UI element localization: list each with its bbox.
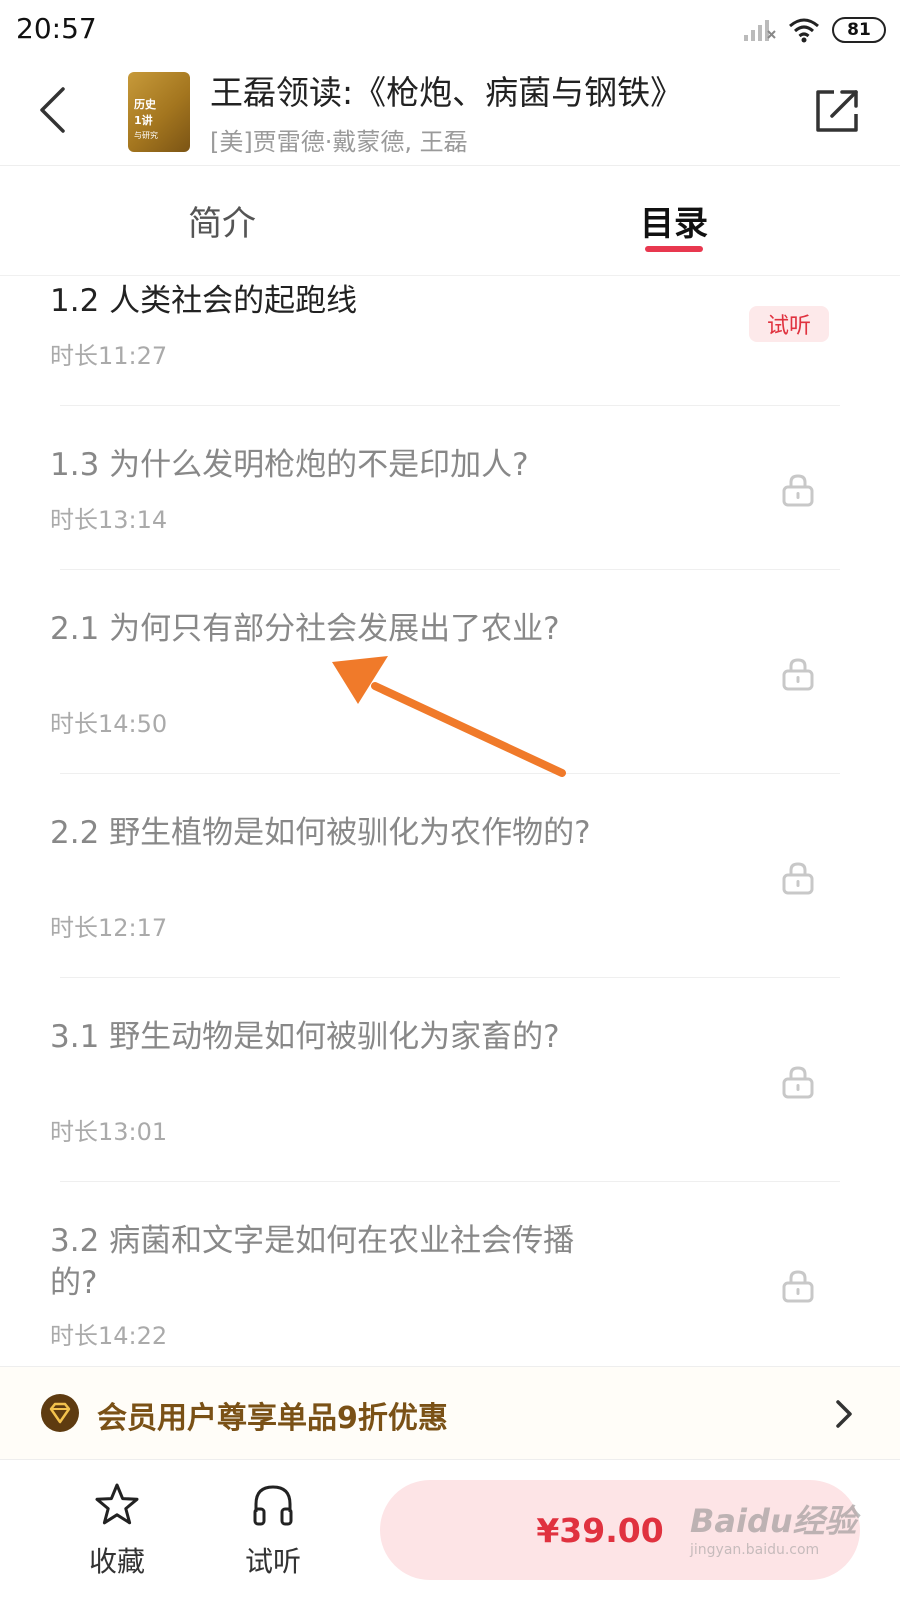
chevron-right-icon xyxy=(836,1400,852,1428)
member-banner-text: 会员用户尊享单品9折优惠 xyxy=(97,1401,448,1436)
share-button[interactable] xyxy=(812,86,862,136)
list-item[interactable]: 1.3 为什么发明枪炮的不是印加人? 时长13:14 xyxy=(0,406,900,570)
lock-icon xyxy=(782,1270,814,1303)
bottom-bar: 收藏 试听 ¥39.00 Baidu经验 jingyan.baidu.com xyxy=(0,1460,900,1600)
listen-button[interactable]: 试听 xyxy=(228,1482,318,1582)
price-label: ¥39.00 xyxy=(536,1510,664,1550)
watermark: Baidu经验 jingyan.baidu.com xyxy=(690,1492,860,1572)
watermark-text: Baidu经验 xyxy=(690,1502,857,1540)
watermark-sub: jingyan.baidu.com xyxy=(690,1542,820,1558)
headphones-icon xyxy=(253,1485,293,1526)
share-icon xyxy=(816,90,858,132)
member-diamond-icon xyxy=(41,1394,79,1432)
favorite-label: 收藏 xyxy=(88,1545,145,1578)
book-cover[interactable]: 历史 1讲 与研究 xyxy=(128,72,190,152)
chevron-left-icon xyxy=(40,87,65,133)
lock-icon xyxy=(782,658,814,691)
item-duration: 时长11:27 xyxy=(50,342,168,370)
lock-icon xyxy=(782,474,814,507)
item-title: 1.2 人类社会的起跑线 xyxy=(50,283,358,319)
list-item[interactable]: 2.1 为何只有部分社会发展出了农业? 时长14:50 xyxy=(0,570,900,774)
battery-indicator: 81 xyxy=(832,17,886,43)
status-time: 20:57 xyxy=(16,12,97,45)
item-title: 1.3 为什么发明枪炮的不是印加人? xyxy=(50,447,529,483)
item-duration: 时长14:22 xyxy=(50,1322,168,1350)
trial-badge[interactable]: 试听 xyxy=(749,306,829,342)
item-title: 2.1 为何只有部分社会发展出了农业? xyxy=(50,611,560,647)
status-icons: 81 xyxy=(742,14,886,46)
item-title: 2.2 野生植物是如何被驯化为农作物的? xyxy=(50,815,591,851)
tab-active-indicator xyxy=(645,246,703,252)
tab-bar: 简介 目录 xyxy=(0,166,900,276)
list-item[interactable]: 3.2 病菌和文字是如何在农业社会传播的? 时长14:22 xyxy=(0,1182,900,1366)
catalog-list[interactable]: 1.2 人类社会的起跑线 时长11:27 试听 1.3 为什么发明枪炮的不是印加… xyxy=(0,276,900,1366)
status-bar: 20:57 81 xyxy=(0,0,900,60)
item-title: 3.2 病菌和文字是如何在农业社会传播的? xyxy=(50,1223,575,1301)
list-item[interactable]: 1.2 人类社会的起跑线 时长11:27 试听 xyxy=(0,276,900,406)
member-banner[interactable]: 会员用户尊享单品9折优惠 xyxy=(0,1366,900,1460)
book-author: [美]贾雷德·戴蒙德, 王磊 xyxy=(210,128,468,156)
signal-icon xyxy=(744,20,776,41)
cover-text-1: 历史 xyxy=(134,98,156,111)
back-button[interactable] xyxy=(28,80,76,140)
tab-catalog[interactable]: 目录 xyxy=(640,196,708,245)
list-item[interactable]: 3.1 野生动物是如何被驯化为家畜的? 时长13:01 xyxy=(0,978,900,1182)
lock-icon xyxy=(782,1066,814,1099)
item-title: 3.1 野生动物是如何被驯化为家畜的? xyxy=(50,1019,560,1055)
cover-text-3: 与研究 xyxy=(134,131,158,140)
item-duration: 时长14:50 xyxy=(50,710,168,738)
tab-intro[interactable]: 简介 xyxy=(188,196,256,245)
item-duration: 时长12:17 xyxy=(50,914,168,942)
listen-label: 试听 xyxy=(244,1545,301,1578)
book-title: 王磊领读:《枪炮、病菌与钢铁》 xyxy=(210,73,684,112)
list-item[interactable]: 2.2 野生植物是如何被驯化为农作物的? 时长12:17 xyxy=(0,774,900,978)
favorite-button[interactable]: 收藏 xyxy=(72,1482,162,1582)
item-duration: 时长13:14 xyxy=(50,506,168,534)
item-duration: 时长13:01 xyxy=(50,1118,168,1146)
lock-icon xyxy=(782,862,814,895)
header: 历史 1讲 与研究 王磊领读:《枪炮、病菌与钢铁》 [美]贾雷德·戴蒙德, 王磊 xyxy=(0,60,900,166)
wifi-icon xyxy=(789,18,819,43)
cover-text-2: 1讲 xyxy=(134,114,153,127)
star-icon xyxy=(95,1483,139,1525)
